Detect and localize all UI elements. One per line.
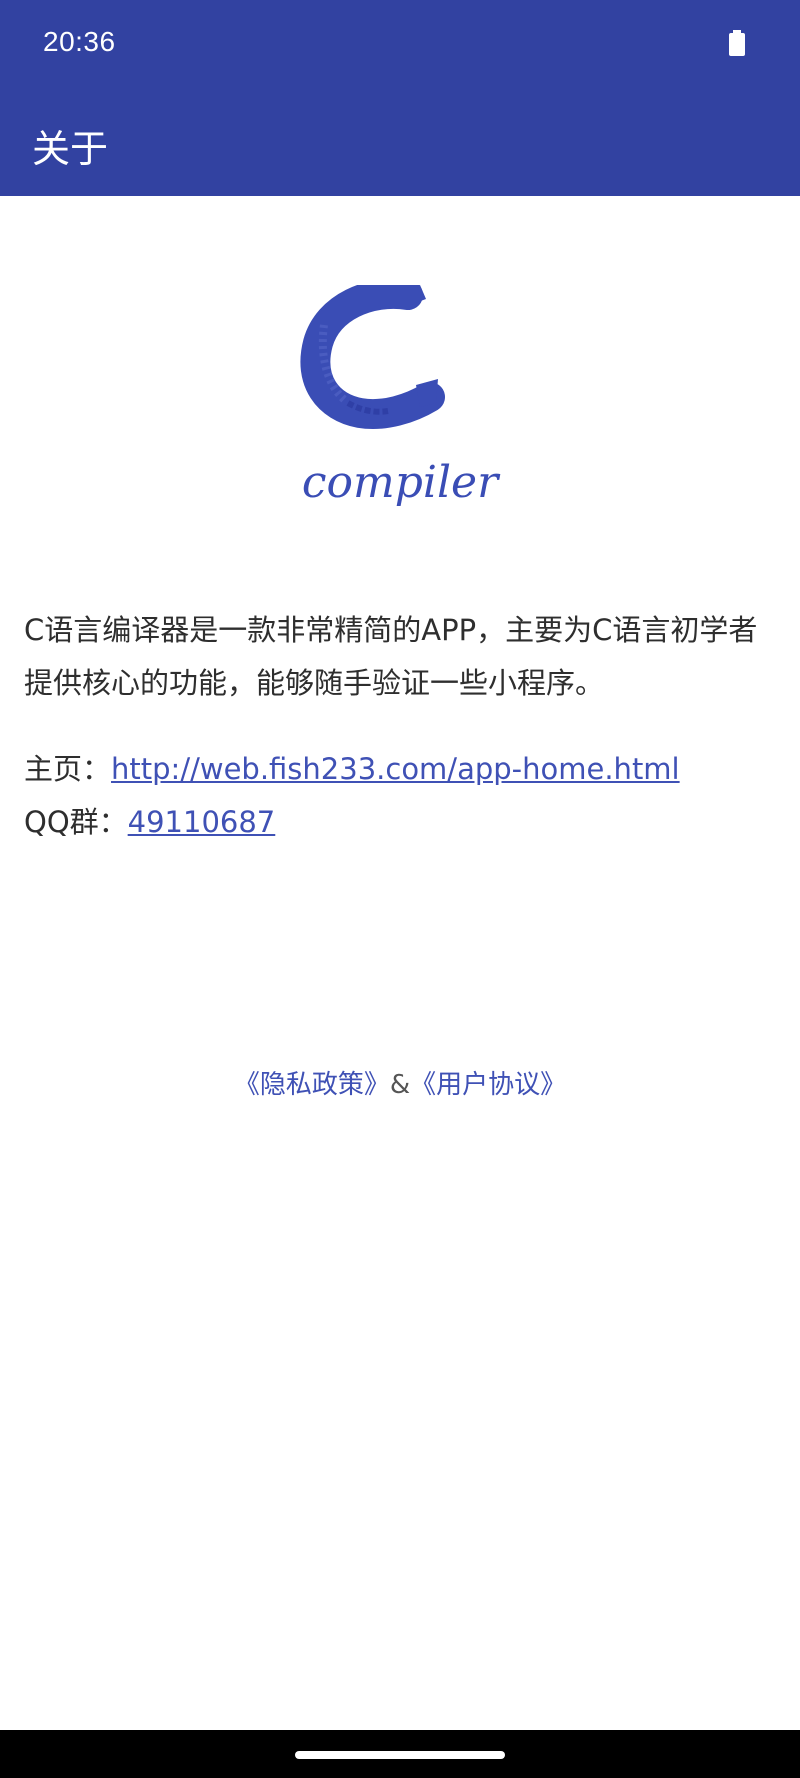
homepage-link[interactable]: http://web.fish233.com/app-home.html — [111, 752, 680, 786]
page-title: 关于 — [32, 127, 109, 171]
homepage-row: 主页：http://web.fish233.com/app-home.html — [24, 746, 776, 788]
app-description: C语言编译器是一款非常精简的APP，主要为C语言初学者提供核心的功能，能够随手验… — [24, 613, 758, 700]
policy-links: 《隐私政策》&《用户协议》 — [0, 1064, 800, 1101]
status-time: 20:36 — [43, 26, 116, 57]
qq-group-label: QQ群： — [24, 805, 128, 839]
about-screen: 20:36 关于 compiler C语言编译器是一款非常精简的APP，主要为C… — [0, 0, 800, 1778]
homepage-label: 主页： — [24, 752, 112, 786]
privacy-policy-link[interactable]: 《隐私政策》 — [234, 1070, 390, 1100]
user-agreement-link[interactable]: 《用户协议》 — [410, 1070, 566, 1100]
qq-group-link[interactable]: 49110687 — [128, 805, 276, 839]
qq-group-row: QQ群：49110687 — [24, 799, 776, 841]
policy-separator: & — [389, 1070, 411, 1100]
logo-wordmark: compiler — [302, 457, 501, 508]
battery-full-icon — [729, 30, 745, 56]
home-gesture-handle[interactable] — [295, 1751, 505, 1759]
app-logo: compiler — [300, 285, 501, 508]
app-bar: 20:36 关于 — [0, 0, 800, 196]
